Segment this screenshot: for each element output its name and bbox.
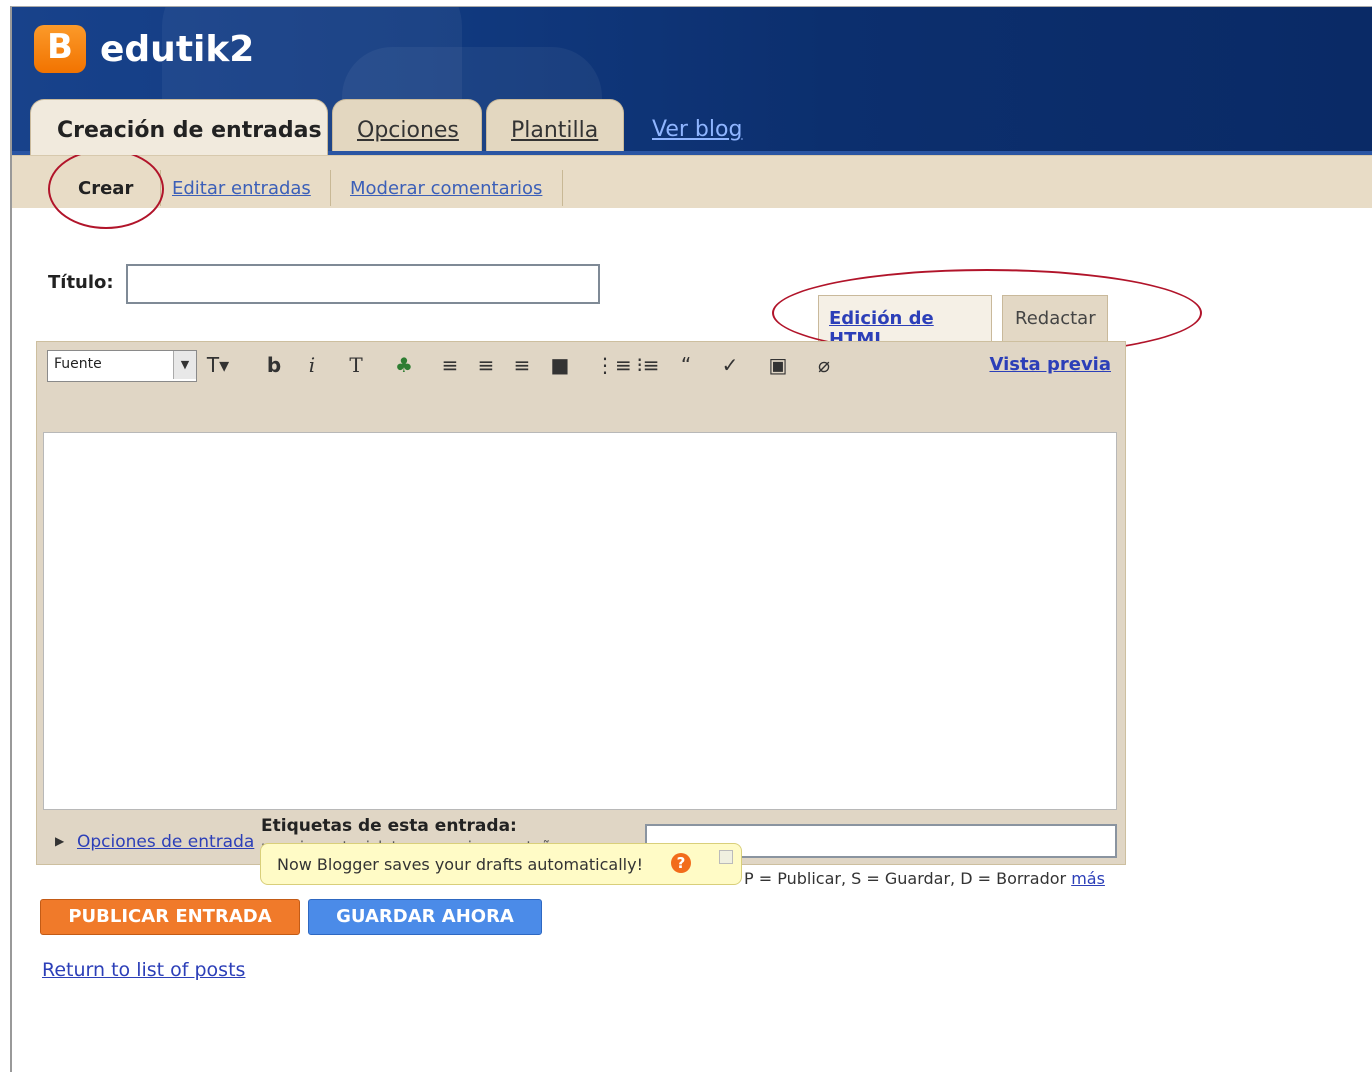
subnav-moderate-comments[interactable]: Moderar comentarios bbox=[350, 178, 542, 199]
help-icon[interactable]: ? bbox=[671, 853, 691, 873]
text-color-icon[interactable]: T bbox=[341, 350, 371, 380]
post-body-editor[interactable] bbox=[43, 432, 1117, 810]
align-center-icon[interactable]: ≡ bbox=[471, 350, 501, 380]
font-select[interactable]: Fuente ▼ bbox=[47, 350, 197, 382]
editor-panel: Fuente ▼ T▾ b i T ♣ ≡ ≡ ≡ ■ ⋮≡ ⁝≡ “ ✓ ▣ … bbox=[36, 341, 1126, 865]
blogger-logo-icon[interactable]: B bbox=[34, 25, 86, 73]
tab-posting[interactable]: Creación de entradas bbox=[30, 99, 328, 155]
save-now-button[interactable]: GUARDAR AHORA bbox=[308, 899, 542, 935]
bold-icon[interactable]: b bbox=[259, 350, 289, 380]
font-size-icon[interactable]: T▾ bbox=[203, 350, 233, 380]
header-bar: B edutik2 Creación de entradas Opciones … bbox=[12, 7, 1372, 155]
shortcuts-more-link[interactable]: más bbox=[1071, 869, 1105, 888]
view-blog-link[interactable]: Ver blog bbox=[652, 117, 742, 142]
sub-navigation: Crear Editar entradas Moderar comentario… bbox=[12, 155, 1372, 208]
tab-settings-label: Opciones bbox=[357, 118, 459, 143]
remove-format-icon[interactable]: ⌀ bbox=[809, 350, 839, 380]
align-left-icon[interactable]: ≡ bbox=[435, 350, 465, 380]
title-input[interactable] bbox=[126, 264, 600, 304]
post-options-link[interactable]: Opciones de entrada bbox=[77, 832, 254, 852]
tab-posting-label: Creación de entradas bbox=[57, 118, 322, 143]
font-select-value: Fuente bbox=[54, 356, 102, 372]
subnav-edit-posts[interactable]: Editar entradas bbox=[172, 178, 311, 199]
title-label: Título: bbox=[48, 272, 114, 293]
subnav-separator bbox=[562, 170, 563, 206]
tab-template-label: Plantilla bbox=[511, 118, 599, 143]
logo-letter: B bbox=[47, 27, 73, 67]
close-icon[interactable] bbox=[719, 850, 733, 864]
image-icon[interactable]: ▣ bbox=[763, 350, 793, 380]
preview-link[interactable]: Vista previa bbox=[989, 354, 1111, 375]
labels-label: Etiquetas de esta entrada: bbox=[261, 816, 517, 836]
return-to-posts-link[interactable]: Return to list of posts bbox=[42, 959, 245, 981]
tab-settings[interactable]: Opciones bbox=[332, 99, 482, 155]
align-justify-icon[interactable]: ■ bbox=[545, 350, 575, 380]
triangle-right-icon[interactable]: ▶ bbox=[55, 834, 64, 848]
autosave-tooltip: Now Blogger saves your drafts automatica… bbox=[260, 843, 742, 885]
publish-post-button[interactable]: PUBLICAR ENTRADA bbox=[40, 899, 300, 935]
spellcheck-icon[interactable]: ✓ bbox=[715, 350, 745, 380]
tab-template[interactable]: Plantilla bbox=[486, 99, 624, 155]
blogger-window: B edutik2 Creación de entradas Opciones … bbox=[10, 6, 1372, 1072]
italic-icon[interactable]: i bbox=[297, 350, 327, 380]
highlight-circle bbox=[48, 149, 164, 229]
bullet-list-icon[interactable]: ⁝≡ bbox=[633, 350, 663, 380]
link-icon[interactable]: ♣ bbox=[389, 350, 419, 380]
tooltip-text: Now Blogger saves your drafts automatica… bbox=[277, 855, 643, 874]
shortcuts-text: P = Publicar, S = Guardar, D = Borrador bbox=[744, 869, 1067, 888]
subnav-separator bbox=[330, 170, 331, 206]
blog-name: edutik2 bbox=[100, 29, 255, 70]
align-right-icon[interactable]: ≡ bbox=[507, 350, 537, 380]
chevron-down-icon[interactable]: ▼ bbox=[173, 351, 196, 379]
blockquote-icon[interactable]: “ bbox=[671, 350, 701, 380]
keyboard-shortcuts: P = Publicar, S = Guardar, D = Borrador … bbox=[744, 869, 1105, 888]
numbered-list-icon[interactable]: ⋮≡ bbox=[595, 350, 632, 380]
